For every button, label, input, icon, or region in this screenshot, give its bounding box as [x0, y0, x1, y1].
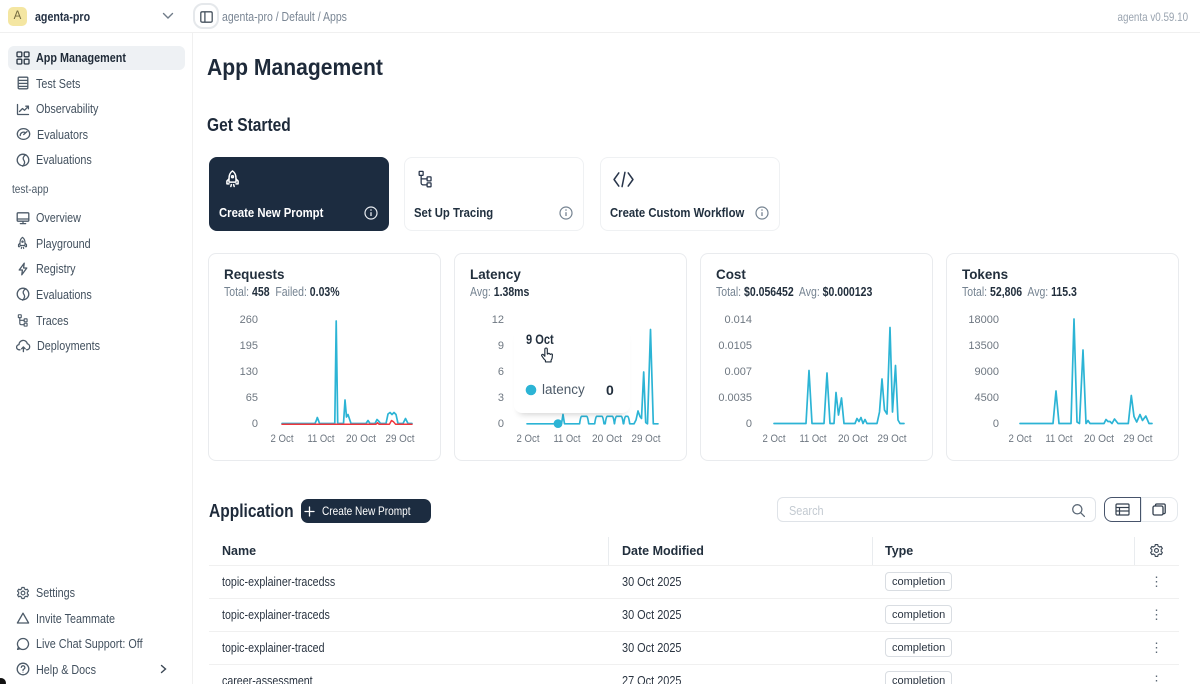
svg-text:6: 6: [498, 366, 504, 378]
svg-text:11 Oct: 11 Oct: [800, 433, 827, 445]
svg-text:2 Oct: 2 Oct: [271, 433, 294, 445]
svg-text:13500: 13500: [968, 340, 999, 352]
svg-text:0: 0: [993, 418, 999, 430]
svg-text:12: 12: [492, 314, 504, 326]
svg-text:195: 195: [240, 340, 258, 352]
svg-text:0.007: 0.007: [724, 366, 752, 378]
svg-text:0: 0: [498, 418, 504, 430]
svg-text:0: 0: [746, 418, 752, 430]
svg-text:29 Oct: 29 Oct: [878, 433, 907, 445]
svg-text:3: 3: [498, 392, 504, 404]
svg-text:18000: 18000: [968, 314, 999, 326]
svg-text:2 Oct: 2 Oct: [1009, 433, 1032, 445]
svg-text:20 Oct: 20 Oct: [1084, 433, 1114, 445]
svg-text:65: 65: [246, 392, 258, 404]
svg-text:9: 9: [498, 340, 504, 352]
svg-text:0: 0: [252, 418, 258, 430]
svg-text:130: 130: [240, 366, 258, 378]
svg-text:29 Oct: 29 Oct: [386, 433, 415, 445]
svg-text:20 Oct: 20 Oct: [592, 433, 622, 445]
svg-text:4500: 4500: [975, 392, 999, 404]
svg-text:20 Oct: 20 Oct: [346, 433, 376, 445]
svg-text:29 Oct: 29 Oct: [1124, 433, 1153, 445]
svg-text:2 Oct: 2 Oct: [763, 433, 786, 445]
svg-text:11 Oct: 11 Oct: [554, 433, 581, 445]
svg-text:0.0105: 0.0105: [718, 340, 752, 352]
svg-text:0.0035: 0.0035: [718, 392, 752, 404]
svg-text:20 Oct: 20 Oct: [838, 433, 868, 445]
svg-text:0.014: 0.014: [724, 314, 752, 326]
svg-text:11 Oct: 11 Oct: [1046, 433, 1073, 445]
svg-text:260: 260: [240, 314, 258, 326]
svg-text:29 Oct: 29 Oct: [632, 433, 661, 445]
svg-text:11 Oct: 11 Oct: [308, 433, 335, 445]
svg-text:9000: 9000: [975, 366, 999, 378]
svg-text:2 Oct: 2 Oct: [517, 433, 540, 445]
